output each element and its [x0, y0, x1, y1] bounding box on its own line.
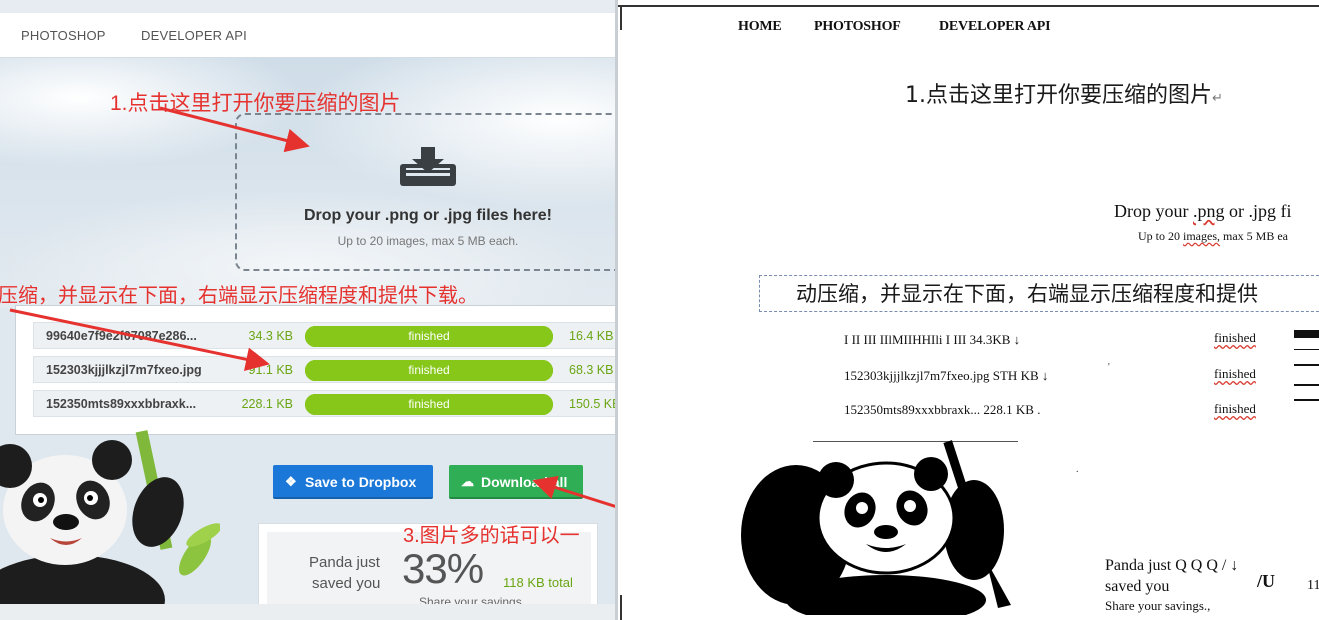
doc-savings-line1: Panda just Q Q Q / ↓ — [1105, 557, 1239, 574]
doc-savings-number: 11 — [1307, 578, 1319, 593]
doc-drop-sub-b: images, — [1183, 229, 1220, 243]
doc-bar-1 — [1294, 330, 1319, 338]
scan-speck: . — [1076, 464, 1079, 475]
doc-drop-sub-a: Up to 20 — [1138, 229, 1183, 243]
doc-drop-title-b: .png — [1193, 201, 1225, 221]
scan-speck: ' — [1108, 362, 1110, 373]
arrow-step2 — [9, 308, 270, 372]
page-corner-bottom — [620, 595, 622, 620]
document-panel: HOME PHOTOSHOF DEVELOPER API 1.点击这里打开你要压… — [618, 0, 1319, 620]
doc-status-1: finished — [1214, 330, 1256, 345]
annotation-arrows — [9, 106, 617, 509]
doc-row-3: 152350mts89xxxbbraxk... 228.1 KB . — [844, 402, 1041, 417]
doc-drop-title: Drop your .png or .jpg fi — [1114, 201, 1292, 222]
doc-heading: 1.点击这里打开你要压缩的图片↵ — [905, 77, 1223, 109]
doc-drop-sub-c: max 5 MB ea — [1220, 229, 1288, 243]
doc-drop-title-c: or .jpg fi — [1224, 201, 1292, 221]
web-panel: PHOTOSHOP DEVELOPER API Drop your .png o… — [0, 0, 617, 620]
doc-nav-developer-api: DEVELOPER API — [939, 19, 1051, 34]
doc-row-2: 152303kjjjlkzjl7m7fxeo.jpg STH KB ↓ — [844, 368, 1049, 383]
doc-share: Share your savings., — [1105, 598, 1211, 613]
doc-row-1: I II III IIlMIIHHIli I III 34.3KB ↓ — [844, 332, 1021, 347]
panda-scan-icon — [741, 440, 1011, 615]
doc-savings-percent: /U — [1257, 571, 1275, 591]
doc-status-3: finished — [1214, 401, 1256, 416]
doc-note: 动压缩，并显示在下面，右端显示压缩程度和提供 — [796, 282, 1258, 306]
page-edge-top — [618, 5, 1319, 7]
doc-bar-2 — [1294, 349, 1319, 350]
doc-nav-home: HOME — [738, 19, 782, 34]
page-corner-top — [620, 5, 622, 30]
screenshot-root: PHOTOSHOP DEVELOPER API Drop your .png o… — [0, 0, 1319, 620]
doc-bar-3 — [1294, 364, 1319, 366]
doc-nav-photoshop: PHOTOSHOF — [814, 19, 901, 34]
doc-drop-title-a: Drop your — [1114, 201, 1193, 221]
doc-drop-subtitle: Up to 20 images, max 5 MB ea — [1138, 229, 1288, 244]
arrow-step1 — [159, 106, 310, 153]
doc-bar-5 — [1294, 399, 1319, 401]
doc-heading-text: 1.点击这里打开你要压缩的图片 — [905, 83, 1212, 108]
doc-savings-line2: saved you — [1105, 578, 1170, 595]
doc-bar-4 — [1294, 384, 1319, 386]
doc-status-2: finished — [1214, 366, 1256, 381]
return-mark: ↵ — [1212, 91, 1223, 106]
arrow-step3 — [532, 475, 617, 509]
